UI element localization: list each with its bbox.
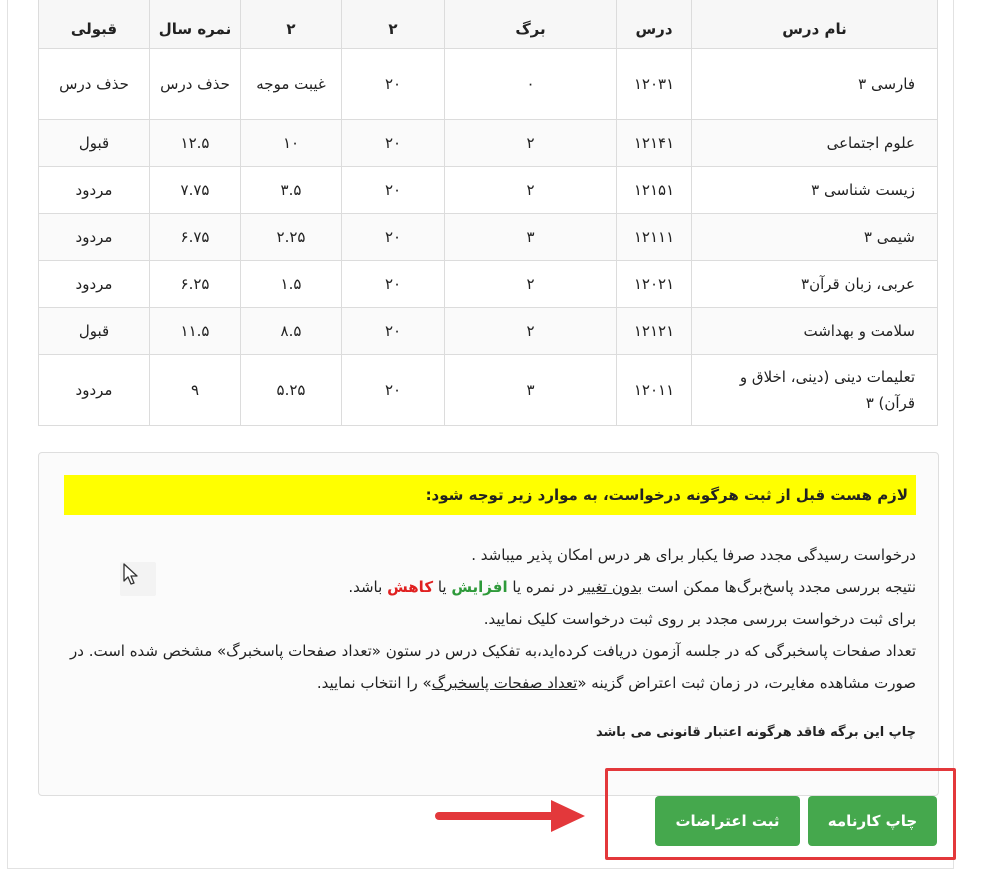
notice-text: » را انتخاب نمایید. [316,674,432,692]
notice-line: درخواست رسیدگی مجدد صرفا یکبار برای هر د… [471,546,916,564]
answer-sheet-count: ۲ [444,119,617,167]
term-score: ۵.۲۵ [240,354,342,426]
course-code: ۱۲۱۲۱ [616,307,692,355]
pointer-arrow-icon [435,800,585,832]
answer-sheet-count: ۲ [444,166,617,214]
print-report-card-button[interactable]: چاپ کارنامه [808,796,937,846]
status: مردود [38,213,150,261]
course-name: سلامت و بهداشت [691,307,938,355]
notice-text: نتیجه بررسی مجدد پاسخ‌برگ‌ها ممکن است [642,578,916,596]
answer-sheet-count: ۰ [444,48,617,120]
term-score: ۱۰ [240,119,342,167]
increase-text: افزایش [451,578,508,596]
table-row: عربی، زبان قرآن۳ ۱۲۰۲۱ ۲ ۲۰ ۱.۵ ۶.۲۵ مرد… [38,260,938,308]
course-code: ۱۲۱۱۱ [616,213,692,261]
mouse-cursor-icon [120,562,156,596]
term-score: ۳.۵ [240,166,342,214]
table-header-row: نام درس درس برگ ۲ ۲ نمره سال قبولی [38,0,938,49]
course-code: ۱۲۰۱۱ [616,354,692,426]
table-row: علوم اجتماعی ۱۲۱۴۱ ۲ ۲۰ ۱۰ ۱۲.۵ قبول [38,119,938,167]
status: مردود [38,260,150,308]
year-score: ۹ [149,354,241,426]
course-code: ۱۲۱۵۱ [616,166,692,214]
course-name: فارسی ۳ [691,48,938,120]
status: قبول [38,119,150,167]
term-score: ۱.۵ [240,260,342,308]
col-header-course-code: درس [616,0,692,49]
answer-sheet-pages-option: تعداد صفحات پاسخبرگ [431,674,578,692]
max-score: ۲۰ [341,213,445,261]
status: حذف درس [38,48,150,120]
col-header-term-score: ۲ [240,0,342,49]
warning-banner: لازم هست قبل از ثبت هرگونه درخواست، به م… [64,475,916,515]
notice-text: یا [433,578,452,596]
notice-text: باشد. [348,578,388,596]
report-card-page: نام درس درس برگ ۲ ۲ نمره سال قبولی فارسی… [7,0,956,869]
course-code: ۱۲۰۳۱ [616,48,692,120]
year-score: ۱۲.۵ [149,119,241,167]
notice-text: در نمره یا [507,578,579,596]
course-code: ۱۲۱۴۱ [616,119,692,167]
max-score: ۲۰ [341,119,445,167]
table-row: سلامت و بهداشت ۱۲۱۲۱ ۲ ۲۰ ۸.۵ ۱۱.۵ قبول [38,307,938,355]
max-score: ۲۰ [341,307,445,355]
decrease-text: کاهش [387,578,434,596]
course-name: عربی، زبان قرآن۳ [691,260,938,308]
year-score: ۶.۷۵ [149,213,241,261]
notice-line: برای ثبت درخواست بررسی مجدد بر روی ثبت د… [483,610,916,628]
course-name: علوم اجتماعی [691,119,938,167]
answer-sheet-count: ۲ [444,307,617,355]
notice-line: نتیجه بررسی مجدد پاسخ‌برگ‌ها ممکن است بد… [56,571,916,603]
table-row: تعلیمات دینی (دینی، اخلاق و قرآن) ۳ ۱۲۰۱… [38,354,938,426]
no-change-text: بدون تغییر [578,578,643,596]
max-score: ۲۰ [341,48,445,120]
col-header-course-name: نام درس [691,0,938,49]
col-header-year-score: نمره سال [149,0,241,49]
notice-panel: لازم هست قبل از ثبت هرگونه درخواست، به م… [38,452,939,796]
course-name: زیست شناسی ۳ [691,166,938,214]
year-score: ۱۱.۵ [149,307,241,355]
answer-sheet-count: ۳ [444,213,617,261]
submit-objections-button[interactable]: ثبت اعتراضات [655,796,800,846]
term-score: غیبت موجه [240,48,342,120]
answer-sheet-count: ۳ [444,354,617,426]
status: قبول [38,307,150,355]
col-header-answer-sheets: برگ [444,0,617,49]
print-disclaimer: چاپ این برگه فاقد هرگونه اعتبار قانونی م… [596,725,916,740]
notice-line: تعداد صفحات پاسخبرگی که در جلسه آزمون در… [56,635,916,699]
year-score: ۶.۲۵ [149,260,241,308]
max-score: ۲۰ [341,354,445,426]
table-row: شیمی ۳ ۱۲۱۱۱ ۳ ۲۰ ۲.۲۵ ۶.۷۵ مردود [38,213,938,261]
col-header-status: قبولی [38,0,150,49]
grades-table: نام درس درس برگ ۲ ۲ نمره سال قبولی فارسی… [38,0,938,426]
col-header-max-score: ۲ [341,0,445,49]
status: مردود [38,166,150,214]
year-score: ۷.۷۵ [149,166,241,214]
table-row: فارسی ۳ ۱۲۰۳۱ ۰ ۲۰ غیبت موجه حذف درس حذف… [38,48,938,120]
course-name: تعلیمات دینی (دینی، اخلاق و قرآن) ۳ [691,354,938,426]
term-score: ۲.۲۵ [240,213,342,261]
table-row: زیست شناسی ۳ ۱۲۱۵۱ ۲ ۲۰ ۳.۵ ۷.۷۵ مردود [38,166,938,214]
status: مردود [38,354,150,426]
max-score: ۲۰ [341,166,445,214]
notice-body: درخواست رسیدگی مجدد صرفا یکبار برای هر د… [56,539,916,699]
max-score: ۲۰ [341,260,445,308]
term-score: ۸.۵ [240,307,342,355]
year-score: حذف درس [149,48,241,120]
course-code: ۱۲۰۲۱ [616,260,692,308]
answer-sheet-count: ۲ [444,260,617,308]
course-name: شیمی ۳ [691,213,938,261]
